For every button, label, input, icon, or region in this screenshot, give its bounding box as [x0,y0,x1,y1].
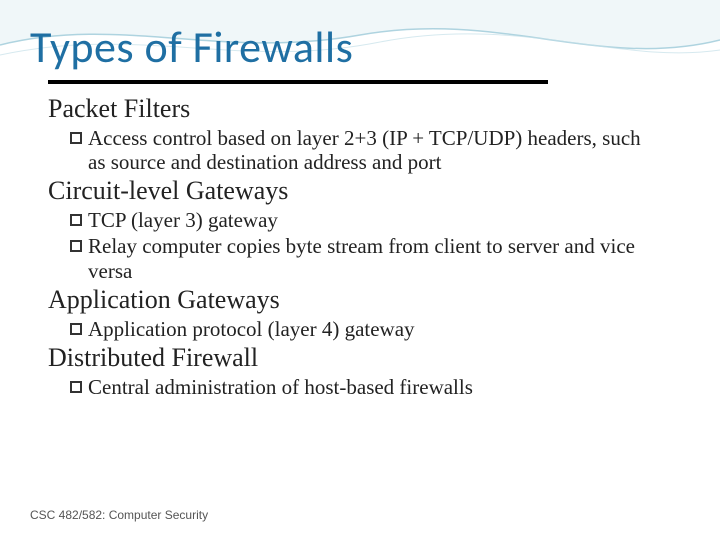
section-heading: Packet Filters [48,94,690,124]
slide-title: Types of Firewalls [30,20,690,74]
bullet-text: Relay computer copies byte stream from c… [88,234,690,282]
square-bullet-icon [70,132,82,144]
bullet-list: Access control based on layer 2+3 (IP + … [70,126,690,174]
section-packet-filters: Packet Filters Access control based on l… [48,94,690,174]
title-underline [48,80,548,84]
bullet-item: Application protocol (layer 4) gateway [70,317,690,341]
section-heading: Distributed Firewall [48,343,690,373]
section-application-gateways: Application Gateways Application protoco… [48,285,690,341]
bullet-text: Application protocol (layer 4) gateway [88,317,690,341]
section-heading: Application Gateways [48,285,690,315]
slide-footer: CSC 482/582: Computer Security [30,508,208,522]
section-distributed-firewall: Distributed Firewall Central administrat… [48,343,690,399]
bullet-text: Access control based on layer 2+3 (IP + … [88,126,690,174]
square-bullet-icon [70,240,82,252]
bullet-list: Application protocol (layer 4) gateway [70,317,690,341]
section-circuit-gateways: Circuit-level Gateways TCP (layer 3) gat… [48,176,690,282]
bullet-text: TCP (layer 3) gateway [88,208,690,232]
section-heading: Circuit-level Gateways [48,176,690,206]
bullet-item: Central administration of host-based fir… [70,375,690,399]
bullet-item: Access control based on layer 2+3 (IP + … [70,126,690,174]
slide-content: Types of Firewalls Packet Filters Access… [0,0,720,399]
square-bullet-icon [70,214,82,226]
square-bullet-icon [70,323,82,335]
bullet-item: TCP (layer 3) gateway [70,208,690,232]
bullet-list: TCP (layer 3) gateway Relay computer cop… [70,208,690,282]
square-bullet-icon [70,381,82,393]
bullet-item: Relay computer copies byte stream from c… [70,234,690,282]
bullet-list: Central administration of host-based fir… [70,375,690,399]
bullet-text: Central administration of host-based fir… [88,375,690,399]
